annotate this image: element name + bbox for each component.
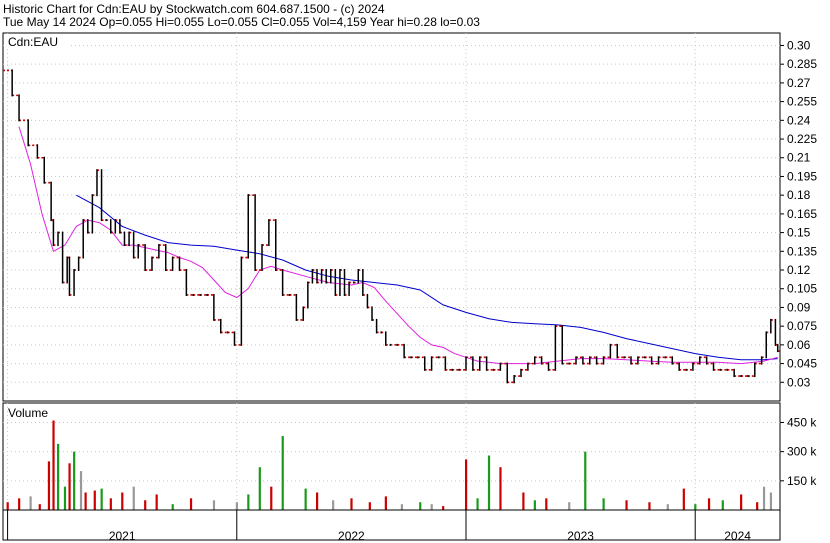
year-label: 2024 [724,529,751,543]
volume-bar [18,498,21,510]
volume-bar [648,502,651,510]
volume-bar [756,502,759,510]
volume-bar [430,504,433,510]
tick-label-y: 0.075 [787,319,817,333]
volume-bar [522,492,525,510]
volume-bar [350,498,353,510]
volume-bar [189,498,193,510]
year-label: 2023 [567,529,594,543]
quote-line: Tue May 14 2024 Op=0.055 Hi=0.055 Lo=0.0… [3,15,480,29]
volume-bar [769,492,773,510]
volume-bar [109,498,112,510]
volume-bar [304,488,307,510]
tick-label-y: 0.105 [787,282,817,296]
tick-label-y: 0.06 [787,338,811,352]
tick-label-y: 0.225 [787,132,817,146]
tick-label-y: 0.18 [787,188,811,202]
volume-bar [144,500,147,510]
price-panel-label: Cdn:EAU [8,35,58,49]
stock-chart: Historic Chart for Cdn:EAU by Stockwatch… [2,2,817,543]
volume-bar [740,494,743,510]
tick-label-y: 0.12 [787,263,811,277]
volume-bar [247,494,250,510]
volume-bar [682,488,685,510]
volume-bar [568,502,571,510]
volume-bar [442,506,445,510]
volume-bar [281,436,284,510]
volume-bar [29,496,32,510]
volume-bar [368,502,371,510]
tick-label-y: 0.285 [787,57,817,71]
volume-tick-label: 300 k [787,445,817,459]
volume-bar [625,500,628,510]
volume-bar [212,500,216,510]
volume-bar [52,420,55,510]
price-panel [2,32,781,402]
volume-bar [384,496,387,510]
volume-bar [100,488,103,510]
volume-bar [694,504,697,510]
volume-bar [258,467,261,510]
volume-bar [499,467,502,510]
volume-bar [93,490,96,510]
volume-bar [68,463,71,510]
volume-panel [2,402,781,511]
volume-bar [545,498,548,510]
tick-label-y: 0.15 [787,226,811,240]
tick-label-y: 0.30 [787,38,811,52]
volume-bar [721,500,724,510]
tick-label-y: 0.165 [787,207,817,221]
tick-label-y: 0.24 [787,113,811,127]
volume-bar [6,502,9,510]
volume-bar [84,492,87,510]
volume-bar [38,504,41,510]
volume-bar [270,486,273,510]
volume-bar [316,492,319,510]
tick-label-y: 0.21 [787,151,811,165]
volume-bar [73,451,76,510]
volume-bar [533,500,536,510]
volume-tick-label: 450 k [787,415,817,429]
volume-bar [419,502,422,510]
volume-bar [666,504,669,510]
chart-title: Historic Chart for Cdn:EAU by Stockwatch… [3,2,385,16]
tick-label-y: 0.03 [787,375,811,389]
volume-bar [602,498,605,510]
volume-bar [464,459,468,510]
volume-bar [476,498,479,510]
volume-panel-label: Volume [8,406,48,420]
tick-label-y: 0.135 [787,244,817,258]
volume-bar [762,486,766,510]
volume-bar [63,486,67,510]
volume-bar [57,443,60,510]
year-label: 2022 [338,529,365,543]
volume-bar [400,504,404,510]
volume-bar [132,486,135,510]
volume-bar [79,471,83,510]
year-label: 2021 [109,529,136,543]
price-axis-ticks: 0.03 0.045 0.06 0.075 0.09 0.105 0.12 0.135 0.15… [780,38,817,389]
volume-tick-label: 150 k [787,474,817,488]
volume-bar [332,500,335,510]
tick-label-y: 0.09 [787,300,811,314]
volume-bar [235,502,238,510]
volume-bar [121,492,124,510]
volume-bar [171,504,174,510]
volume-axis-ticks: 150 k 300 k 450 k [780,415,817,488]
tick-label-y: 0.195 [787,169,817,183]
volume-bar [155,494,158,510]
tick-label-y: 0.27 [787,76,811,90]
volume-bar [707,498,711,510]
tick-label-y: 0.045 [787,357,817,371]
volume-bar [487,455,491,510]
volume-bar [47,461,51,510]
tick-label-y: 0.255 [787,95,817,109]
volume-bar [584,451,587,510]
